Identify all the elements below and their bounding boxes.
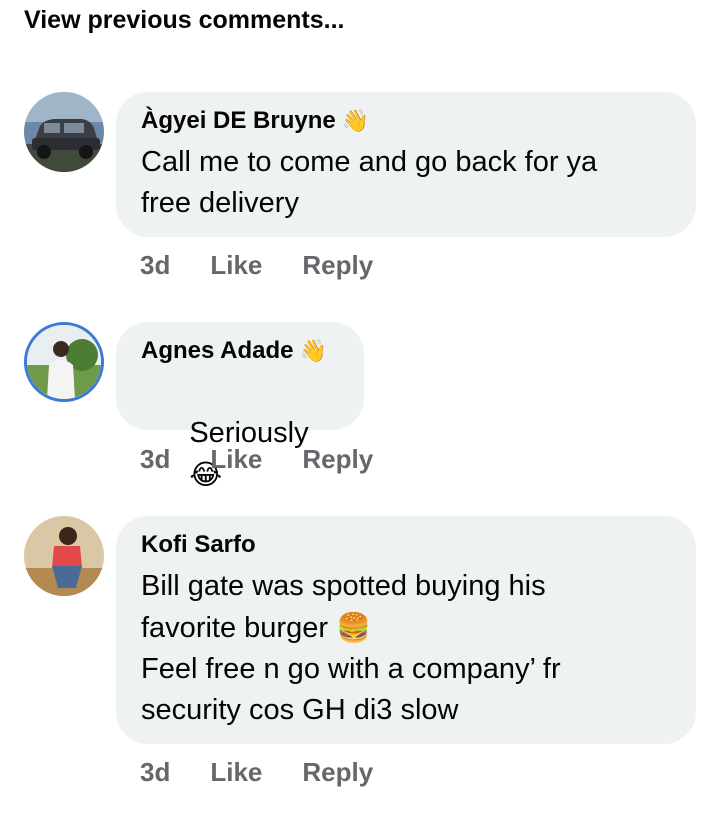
comment-text: Call me to come and go back for ya free … bbox=[141, 146, 598, 219]
comment-text-line: Bill gate was spotted buying his bbox=[141, 570, 546, 602]
wave-hand-icon: 👋 bbox=[341, 108, 370, 133]
burger-emoji-icon: 🍔 bbox=[336, 612, 371, 643]
author-name[interactable]: Àgyei DE Bruyne bbox=[141, 106, 336, 136]
comment-author[interactable]: Agnes Adade 👋 bbox=[141, 336, 339, 366]
comment-text-line: favorite burger bbox=[141, 612, 328, 644]
comment-actions: 3d Like Reply bbox=[140, 757, 373, 788]
comment-bubble: Àgyei DE Bruyne 👋 Call me to come and go… bbox=[116, 92, 696, 237]
comment-actions: 3d Like Reply bbox=[140, 250, 373, 281]
comment-author[interactable]: Àgyei DE Bruyne 👋 bbox=[141, 106, 671, 136]
reply-button[interactable]: Reply bbox=[302, 250, 373, 281]
wave-hand-icon: 👋 bbox=[299, 338, 327, 363]
comment-time[interactable]: 3d bbox=[140, 757, 170, 788]
like-button[interactable]: Like bbox=[210, 444, 262, 475]
comment-bubble: Kofi Sarfo Bill gate was spotted buying … bbox=[116, 516, 696, 744]
avatar[interactable] bbox=[24, 92, 104, 172]
comment-author[interactable]: Kofi Sarfo bbox=[141, 530, 671, 560]
comment-bubble: Agnes Adade 👋 Seriously 😂 bbox=[116, 322, 364, 490]
avatar[interactable] bbox=[24, 322, 104, 402]
like-button[interactable]: Like bbox=[210, 250, 262, 281]
reply-button[interactable]: Reply bbox=[302, 757, 373, 788]
comment-time[interactable]: 3d bbox=[140, 444, 170, 475]
comment-actions: 3d Like Reply bbox=[140, 444, 373, 475]
author-name[interactable]: Kofi Sarfo bbox=[141, 530, 256, 560]
comment-text-line: Feel free n go with a company’ fr securi… bbox=[141, 653, 561, 726]
reply-button[interactable]: Reply bbox=[302, 444, 373, 475]
like-button[interactable]: Like bbox=[210, 757, 262, 788]
comment-text: Bill gate was spotted buying his favorit… bbox=[141, 566, 671, 731]
comment-time[interactable]: 3d bbox=[140, 250, 170, 281]
view-previous-comments-link[interactable]: View previous comments... bbox=[24, 6, 344, 35]
author-name[interactable]: Agnes Adade bbox=[141, 336, 293, 366]
avatar[interactable] bbox=[24, 516, 104, 596]
